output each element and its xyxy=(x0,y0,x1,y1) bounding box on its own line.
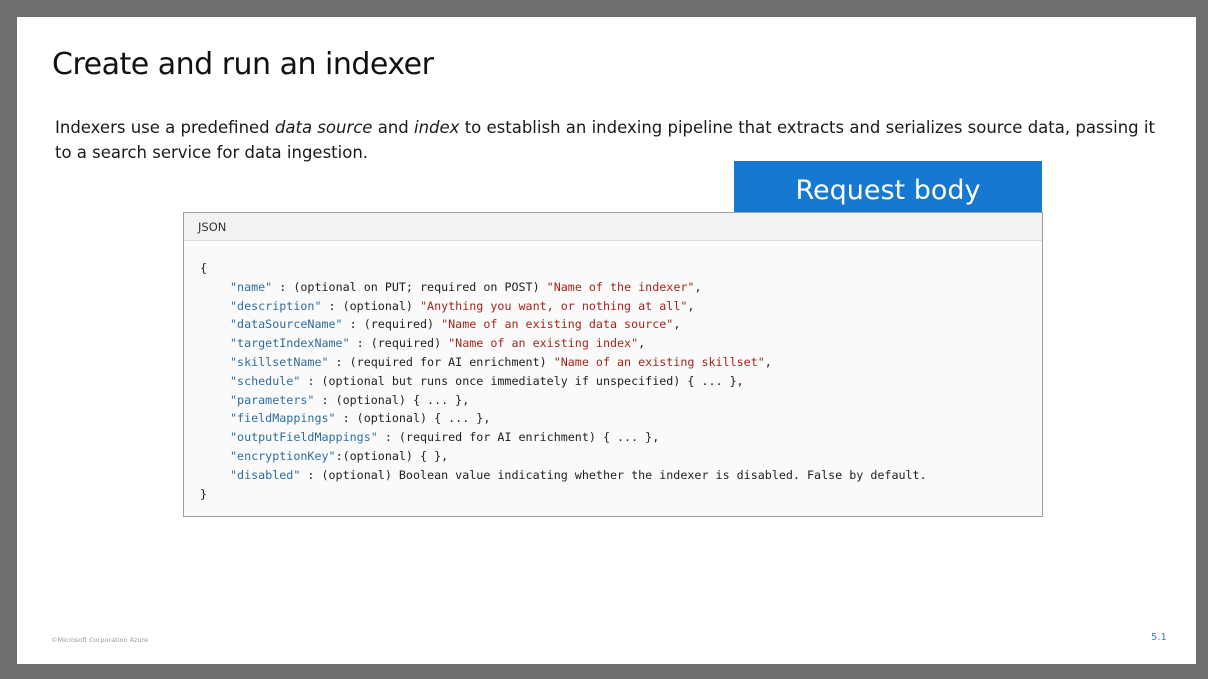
intro-text-2: and xyxy=(372,118,415,137)
slide-title: Create and run an indexer xyxy=(52,47,434,82)
code-string: "Name of an existing index" xyxy=(448,336,639,351)
code-line: "disabled" : (optional) Boolean value in… xyxy=(200,466,1042,485)
code-key: "schedule" xyxy=(230,373,301,388)
code-open-brace: { xyxy=(200,261,208,275)
code-punctuation: , xyxy=(673,317,681,332)
intro-emphasis-data-source: data source xyxy=(274,118,373,137)
code-key: "outputFieldMappings" xyxy=(230,430,378,445)
code-close-brace: } xyxy=(200,486,208,501)
code-string: "Name of an existing skillset" xyxy=(553,354,765,369)
code-key: "targetIndexName" xyxy=(230,336,350,351)
code-line: "schedule" : (optional but runs once imm… xyxy=(200,372,1042,391)
presentation-frame: Create and run an indexer Indexers use a… xyxy=(0,0,1208,679)
code-punctuation: , xyxy=(764,354,772,369)
code-string: "Anything you want, or nothing at all" xyxy=(420,298,688,313)
intro-paragraph: Indexers use a predefined data source an… xyxy=(55,115,1155,165)
code-key: "dataSourceName" xyxy=(230,317,343,332)
intro-text-1: Indexers use a predefined xyxy=(55,118,275,137)
code-text: : (optional but runs once immediately if… xyxy=(300,373,744,388)
code-key: "parameters" xyxy=(230,392,315,407)
code-line: "description" : (optional) "Anything you… xyxy=(200,297,1042,316)
page-number: 5.1 xyxy=(1151,632,1167,643)
code-punctuation: , xyxy=(687,298,695,313)
code-line: "skillsetName" : (required for AI enrich… xyxy=(200,353,1042,372)
code-line: "outputFieldMappings" : (required for AI… xyxy=(200,428,1042,447)
code-lines: "name" : (optional on PUT; required on P… xyxy=(200,278,1042,485)
code-text: : (optional) Boolean value indicating wh… xyxy=(300,467,927,482)
code-text: : (required for AI enrichment) xyxy=(328,354,554,369)
code-text: : (required) xyxy=(342,317,442,332)
code-line: "encryptionKey":(optional) { }, xyxy=(200,447,1042,466)
intro-emphasis-index: index xyxy=(414,118,460,137)
code-line: "dataSourceName" : (required) "Name of a… xyxy=(200,315,1042,334)
code-key: "description" xyxy=(230,298,322,313)
code-punctuation: , xyxy=(638,336,646,351)
code-text: : (optional) xyxy=(321,298,420,313)
code-key: "encryptionKey" xyxy=(230,448,336,463)
code-line: "name" : (optional on PUT; required on P… xyxy=(200,278,1042,297)
code-text: : (optional on PUT; required on POST) xyxy=(272,279,547,294)
code-line: "parameters" : (optional) { ... }, xyxy=(200,391,1042,410)
code-punctuation: , xyxy=(694,279,702,294)
code-text: :(optional) { }, xyxy=(335,448,449,463)
code-text: : (required for AI enrichment) { ... }, xyxy=(377,430,660,445)
code-block: JSON { "name" : (optional on PUT; require… xyxy=(183,212,1043,517)
code-text: : (optional) { ... }, xyxy=(314,392,470,407)
code-text: : (optional) { ... }, xyxy=(335,411,491,426)
code-body: { "name" : (optional on PUT; required on … xyxy=(184,241,1042,503)
code-text: : (required) xyxy=(349,336,449,351)
slide: Create and run an indexer Indexers use a… xyxy=(17,17,1196,664)
code-line: "targetIndexName" : (required) "Name of … xyxy=(200,334,1042,353)
code-key: "skillsetName" xyxy=(230,354,329,369)
code-key: "name" xyxy=(230,279,273,294)
code-line: "fieldMappings" : (optional) { ... }, xyxy=(200,409,1042,428)
copyright-footer: ©Microsoft Corporation Azure xyxy=(51,636,149,644)
code-string: "Name of an existing data source" xyxy=(441,317,674,332)
code-key: "disabled" xyxy=(230,467,301,482)
code-language-label: JSON xyxy=(184,213,1042,241)
code-string: "Name of the indexer" xyxy=(546,279,695,294)
code-key: "fieldMappings" xyxy=(230,411,336,426)
request-body-label: Request body xyxy=(734,161,1042,213)
